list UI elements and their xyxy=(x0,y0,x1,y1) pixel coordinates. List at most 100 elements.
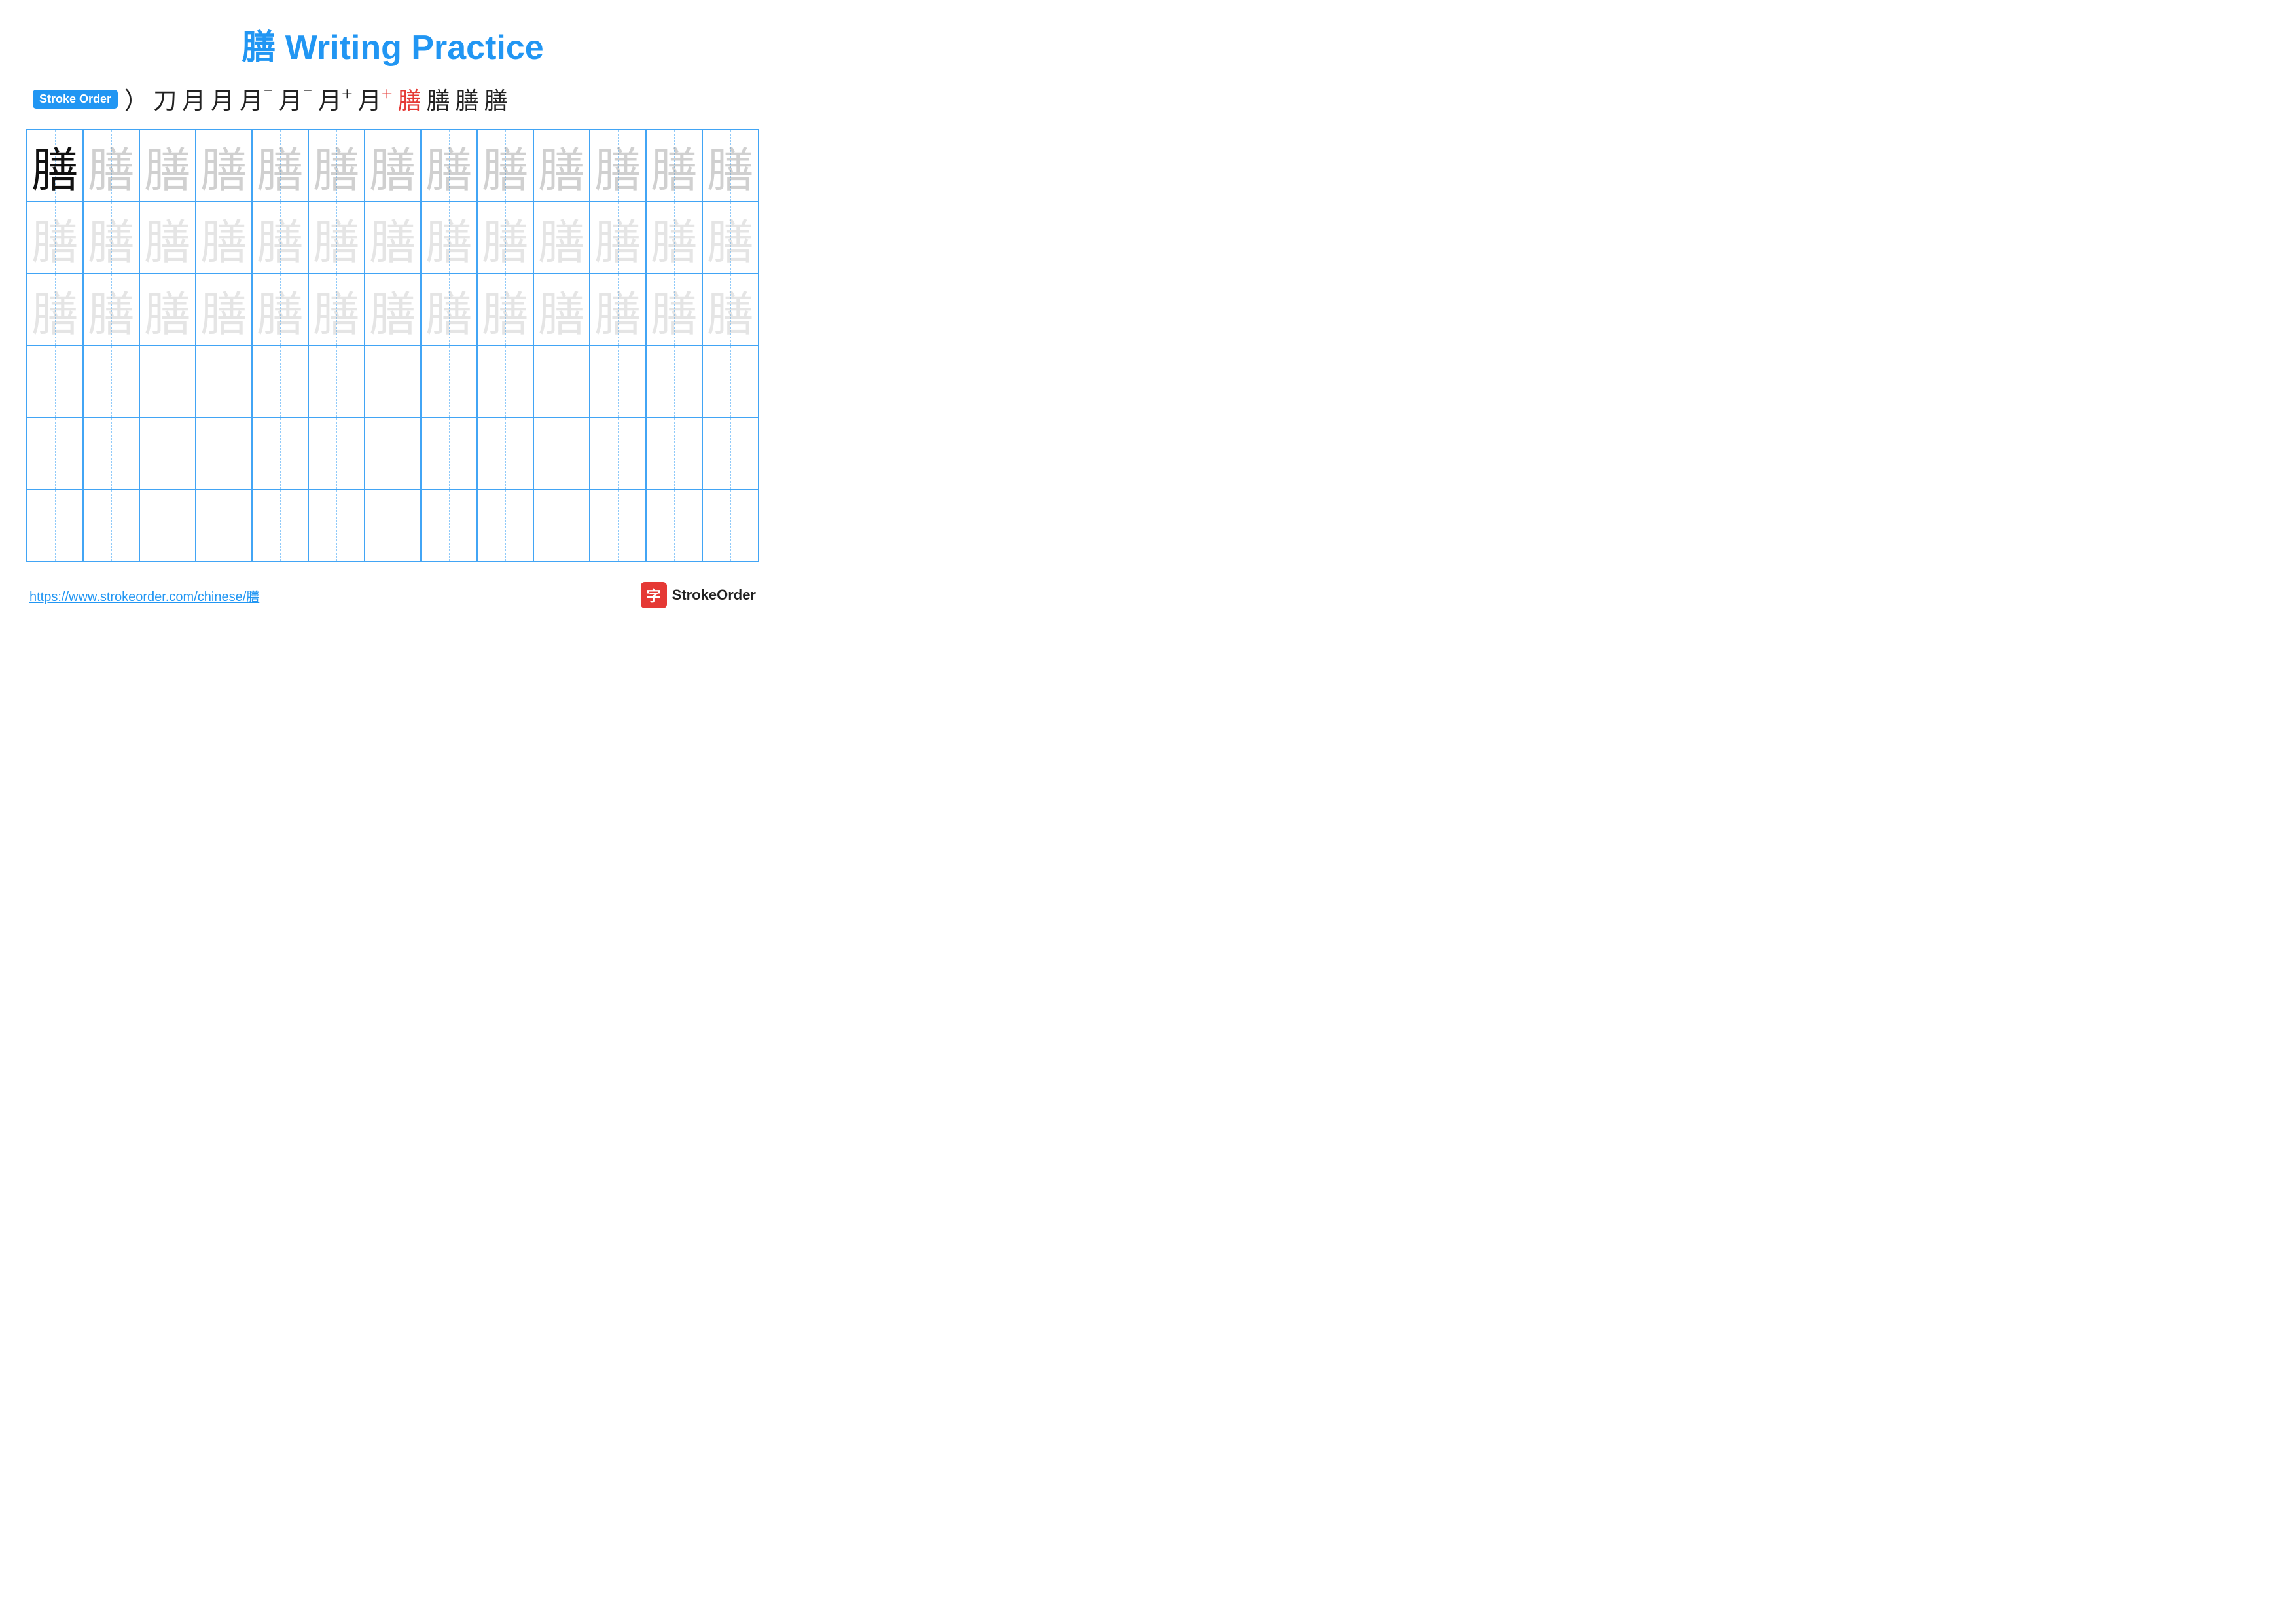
grid-cell-r3c1[interactable]: 膳 xyxy=(27,274,83,346)
grid-cell-r3c2[interactable]: 膳 xyxy=(83,274,139,346)
char-display: 膳 xyxy=(369,132,416,200)
grid-cell-r3c4[interactable]: 膳 xyxy=(196,274,252,346)
stroke-order-row: Stroke Order ） 刀 月 月 月⁻ 月⁻ 月+ 月+ 膳 膳 膳 膳 xyxy=(26,82,759,116)
grid-cell-r6c5[interactable] xyxy=(252,490,308,562)
grid-cell-r3c9[interactable]: 膳 xyxy=(477,274,533,346)
grid-cell-r2c11[interactable]: 膳 xyxy=(590,202,646,274)
char-display: 膳 xyxy=(257,132,304,200)
grid-cell-r4c1[interactable] xyxy=(27,346,83,418)
char-display: 膳 xyxy=(651,276,698,344)
grid-cell-r1c10[interactable]: 膳 xyxy=(533,130,590,202)
grid-cell-r1c9[interactable]: 膳 xyxy=(477,130,533,202)
grid-cell-r5c3[interactable] xyxy=(139,418,196,490)
char-display: 膳 xyxy=(31,204,79,272)
grid-cell-r1c7[interactable]: 膳 xyxy=(365,130,421,202)
footer-url[interactable]: https://www.strokeorder.com/chinese/膳 xyxy=(29,586,259,605)
grid-cell-r4c12[interactable] xyxy=(646,346,702,418)
grid-cell-r2c9[interactable]: 膳 xyxy=(477,202,533,274)
grid-cell-r5c2[interactable] xyxy=(83,418,139,490)
grid-cell-r2c7[interactable]: 膳 xyxy=(365,202,421,274)
grid-cell-r5c4[interactable] xyxy=(196,418,252,490)
grid-cell-r3c13[interactable]: 膳 xyxy=(702,274,759,346)
grid-cell-r5c8[interactable] xyxy=(421,418,477,490)
char-display: 膳 xyxy=(707,204,754,272)
grid-cell-r1c13[interactable]: 膳 xyxy=(702,130,759,202)
grid-cell-r6c4[interactable] xyxy=(196,490,252,562)
grid-cell-r1c4[interactable]: 膳 xyxy=(196,130,252,202)
grid-cell-r2c5[interactable]: 膳 xyxy=(252,202,308,274)
stroke-1: ） xyxy=(124,82,148,116)
grid-cell-r6c10[interactable] xyxy=(533,490,590,562)
char-display: 膳 xyxy=(651,204,698,272)
grid-cell-r1c12[interactable]: 膳 xyxy=(646,130,702,202)
grid-cell-r3c11[interactable]: 膳 xyxy=(590,274,646,346)
grid-cell-r5c6[interactable] xyxy=(308,418,365,490)
grid-cell-r1c6[interactable]: 膳 xyxy=(308,130,365,202)
char-display: 膳 xyxy=(88,132,135,200)
grid-cell-r5c7[interactable] xyxy=(365,418,421,490)
grid-cell-r1c5[interactable]: 膳 xyxy=(252,130,308,202)
grid-cell-r1c2[interactable]: 膳 xyxy=(83,130,139,202)
stroke-6: 月⁻ xyxy=(279,82,313,116)
grid-cell-r6c6[interactable] xyxy=(308,490,365,562)
grid-cell-r6c1[interactable] xyxy=(27,490,83,562)
grid-cell-r5c10[interactable] xyxy=(533,418,590,490)
grid-cell-r1c8[interactable]: 膳 xyxy=(421,130,477,202)
grid-cell-r4c13[interactable] xyxy=(702,346,759,418)
char-display: 膳 xyxy=(144,204,191,272)
grid-cell-r6c3[interactable] xyxy=(139,490,196,562)
grid-cell-r2c2[interactable]: 膳 xyxy=(83,202,139,274)
grid-cell-r2c3[interactable]: 膳 xyxy=(139,202,196,274)
grid-cell-r6c11[interactable] xyxy=(590,490,646,562)
grid-cell-r2c10[interactable]: 膳 xyxy=(533,202,590,274)
char-display: 膳 xyxy=(425,276,473,344)
grid-cell-r6c12[interactable] xyxy=(646,490,702,562)
grid-cell-r4c10[interactable] xyxy=(533,346,590,418)
grid-cell-r2c13[interactable]: 膳 xyxy=(702,202,759,274)
grid-cell-r3c6[interactable]: 膳 xyxy=(308,274,365,346)
char-display: 膳 xyxy=(369,276,416,344)
grid-cell-r2c12[interactable]: 膳 xyxy=(646,202,702,274)
grid-cell-r5c11[interactable] xyxy=(590,418,646,490)
grid-cell-r5c5[interactable] xyxy=(252,418,308,490)
grid-cell-r6c13[interactable] xyxy=(702,490,759,562)
char-display: 膳 xyxy=(651,132,698,200)
grid-cell-r2c4[interactable]: 膳 xyxy=(196,202,252,274)
grid-cell-r2c6[interactable]: 膳 xyxy=(308,202,365,274)
stroke-2: 刀 xyxy=(153,82,177,116)
grid-cell-r4c3[interactable] xyxy=(139,346,196,418)
grid-cell-r4c4[interactable] xyxy=(196,346,252,418)
grid-cell-r2c1[interactable]: 膳 xyxy=(27,202,83,274)
grid-cell-r1c3[interactable]: 膳 xyxy=(139,130,196,202)
grid-cell-r4c8[interactable] xyxy=(421,346,477,418)
grid-cell-r6c8[interactable] xyxy=(421,490,477,562)
grid-cell-r3c8[interactable]: 膳 xyxy=(421,274,477,346)
char-display: 膳 xyxy=(482,204,529,272)
grid-cell-r1c11[interactable]: 膳 xyxy=(590,130,646,202)
grid-cell-r6c2[interactable] xyxy=(83,490,139,562)
grid-cell-r4c7[interactable] xyxy=(365,346,421,418)
char-display: 膳 xyxy=(257,204,304,272)
char-display: 膳 xyxy=(425,132,473,200)
grid-cell-r3c3[interactable]: 膳 xyxy=(139,274,196,346)
grid-cell-r5c1[interactable] xyxy=(27,418,83,490)
grid-cell-r3c5[interactable]: 膳 xyxy=(252,274,308,346)
brand-name: StrokeOrder xyxy=(672,587,756,604)
grid-cell-r5c12[interactable] xyxy=(646,418,702,490)
grid-cell-r6c9[interactable] xyxy=(477,490,533,562)
grid-cell-r4c5[interactable] xyxy=(252,346,308,418)
grid-cell-r4c9[interactable] xyxy=(477,346,533,418)
grid-cell-r4c2[interactable] xyxy=(83,346,139,418)
grid-cell-r5c9[interactable] xyxy=(477,418,533,490)
grid-cell-r1c1[interactable]: 膳 xyxy=(27,130,83,202)
grid-cell-r3c12[interactable]: 膳 xyxy=(646,274,702,346)
grid-cell-r3c10[interactable]: 膳 xyxy=(533,274,590,346)
grid-cell-r4c6[interactable] xyxy=(308,346,365,418)
footer: https://www.strokeorder.com/chinese/膳 字 … xyxy=(26,582,759,608)
char-display: 膳 xyxy=(594,276,641,344)
grid-cell-r5c13[interactable] xyxy=(702,418,759,490)
grid-cell-r6c7[interactable] xyxy=(365,490,421,562)
grid-cell-r4c11[interactable] xyxy=(590,346,646,418)
grid-cell-r2c8[interactable]: 膳 xyxy=(421,202,477,274)
grid-cell-r3c7[interactable]: 膳 xyxy=(365,274,421,346)
